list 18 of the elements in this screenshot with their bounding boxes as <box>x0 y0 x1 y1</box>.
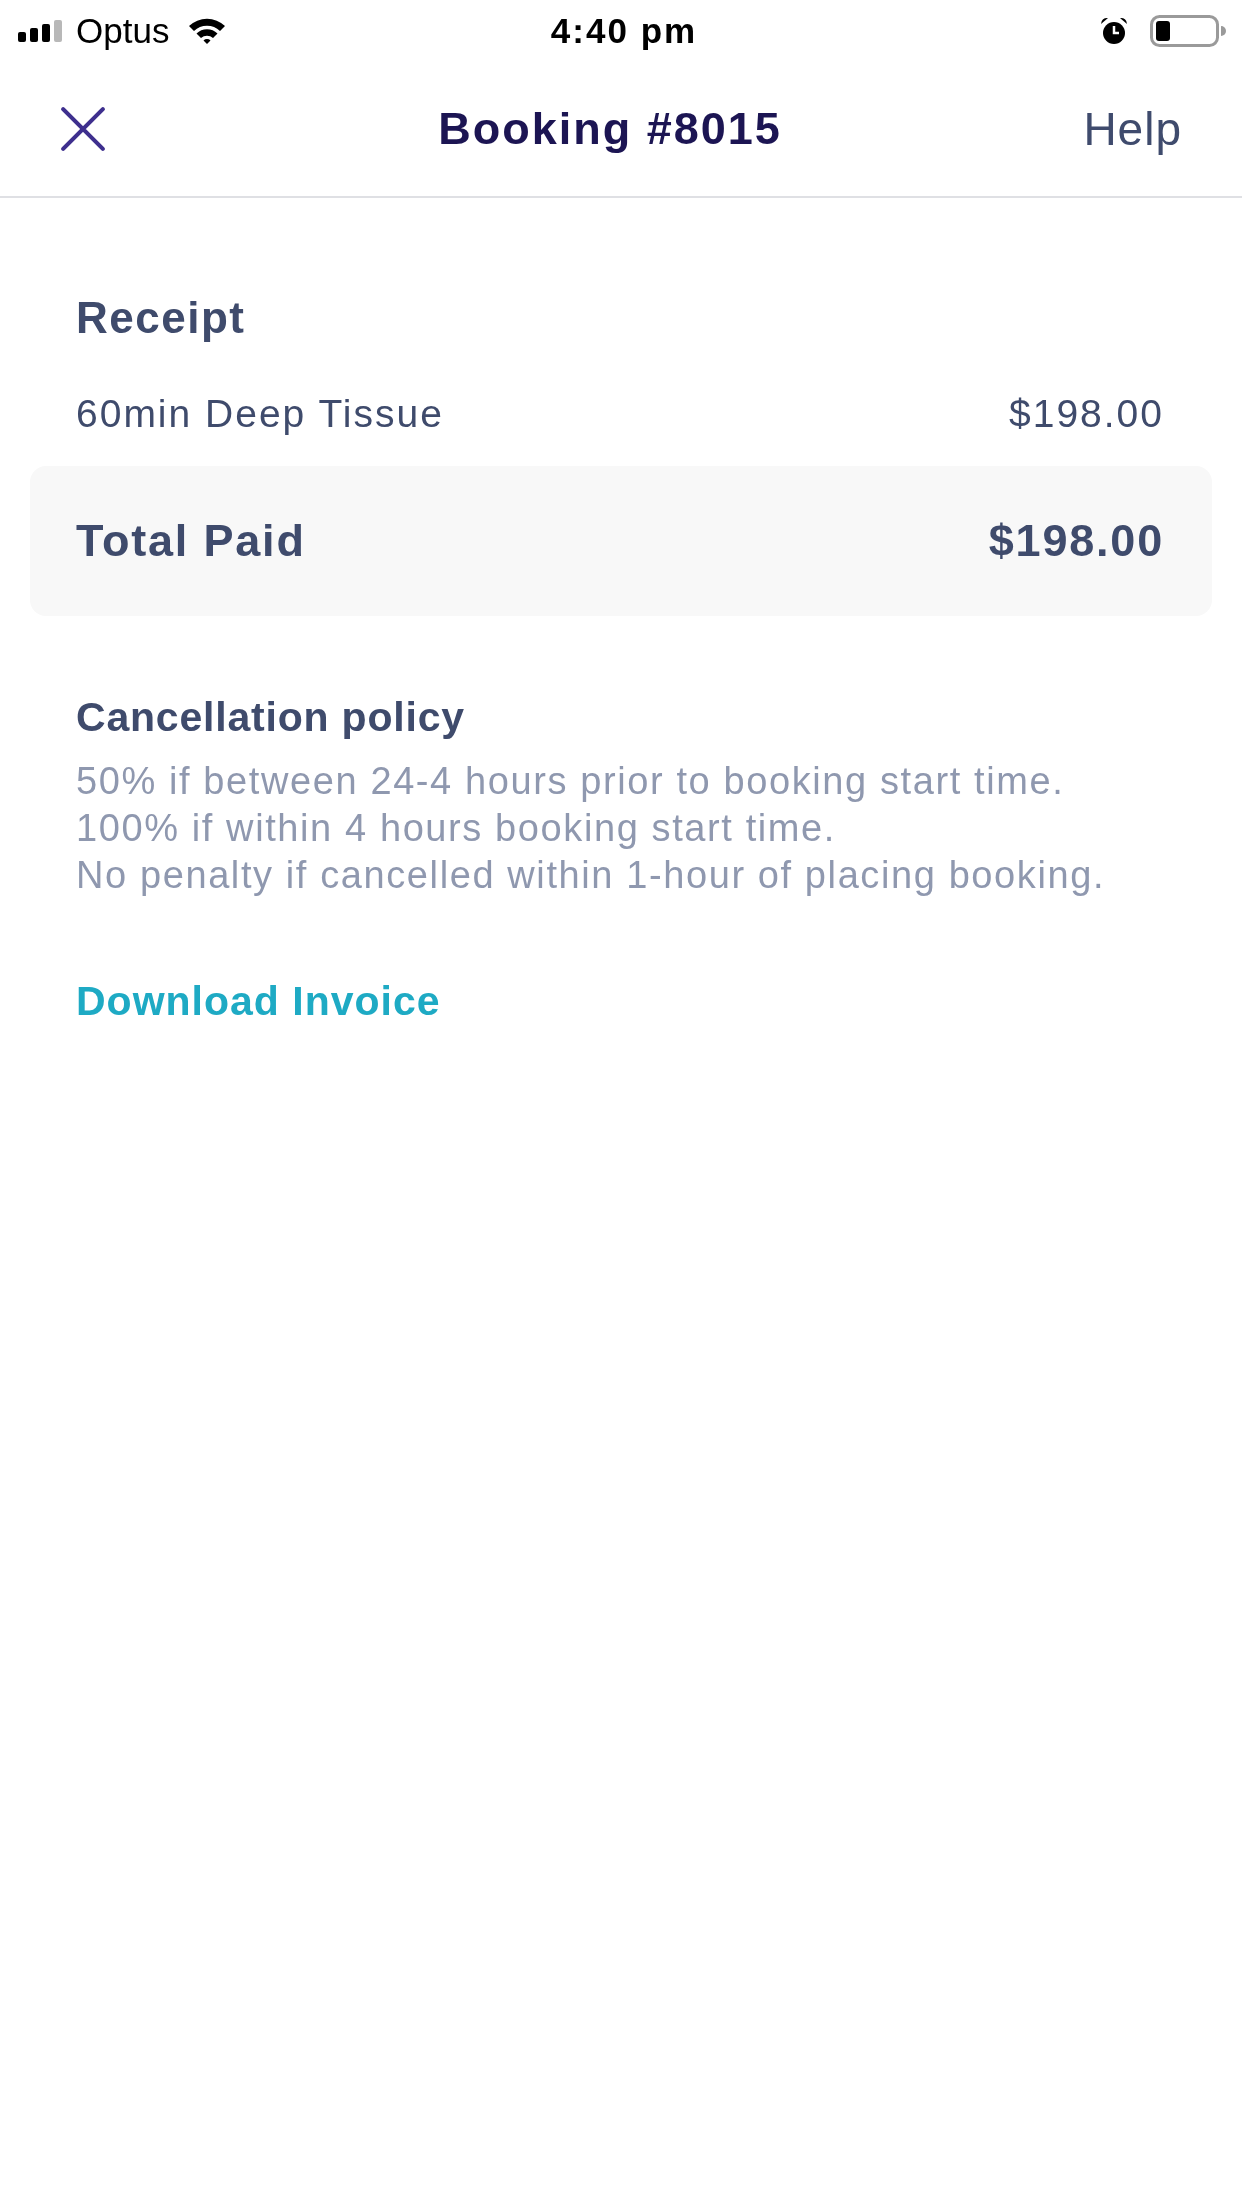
wifi-icon <box>189 18 226 44</box>
carrier-name: Optus <box>76 11 170 51</box>
screen-title: Booking #8015 <box>438 102 782 156</box>
help-button[interactable]: Help <box>1083 102 1182 156</box>
status-time: 4:40 pm <box>550 11 698 51</box>
battery-icon <box>1150 15 1226 47</box>
line-item-name: 60min Deep Tissue <box>76 391 444 437</box>
policy-text: 50% if between 24-4 hours prior to booking start time. <box>76 759 1065 804</box>
line-item-price: $198.00 <box>1009 391 1164 437</box>
signal-icon <box>18 20 64 42</box>
total-amount: $198.00 <box>988 514 1164 568</box>
policy-text: No penalty if cancelled within 1-hour of placing booking. <box>76 853 1106 898</box>
policy-heading: Cancellation policy <box>76 693 465 741</box>
close-icon[interactable] <box>60 106 106 152</box>
policy-text: 100% if within 4 hours booking start time. <box>76 806 836 851</box>
total-label: Total Paid <box>76 514 306 568</box>
receipt-heading: Receipt <box>76 292 246 344</box>
alarm-clock-icon <box>1100 17 1128 45</box>
